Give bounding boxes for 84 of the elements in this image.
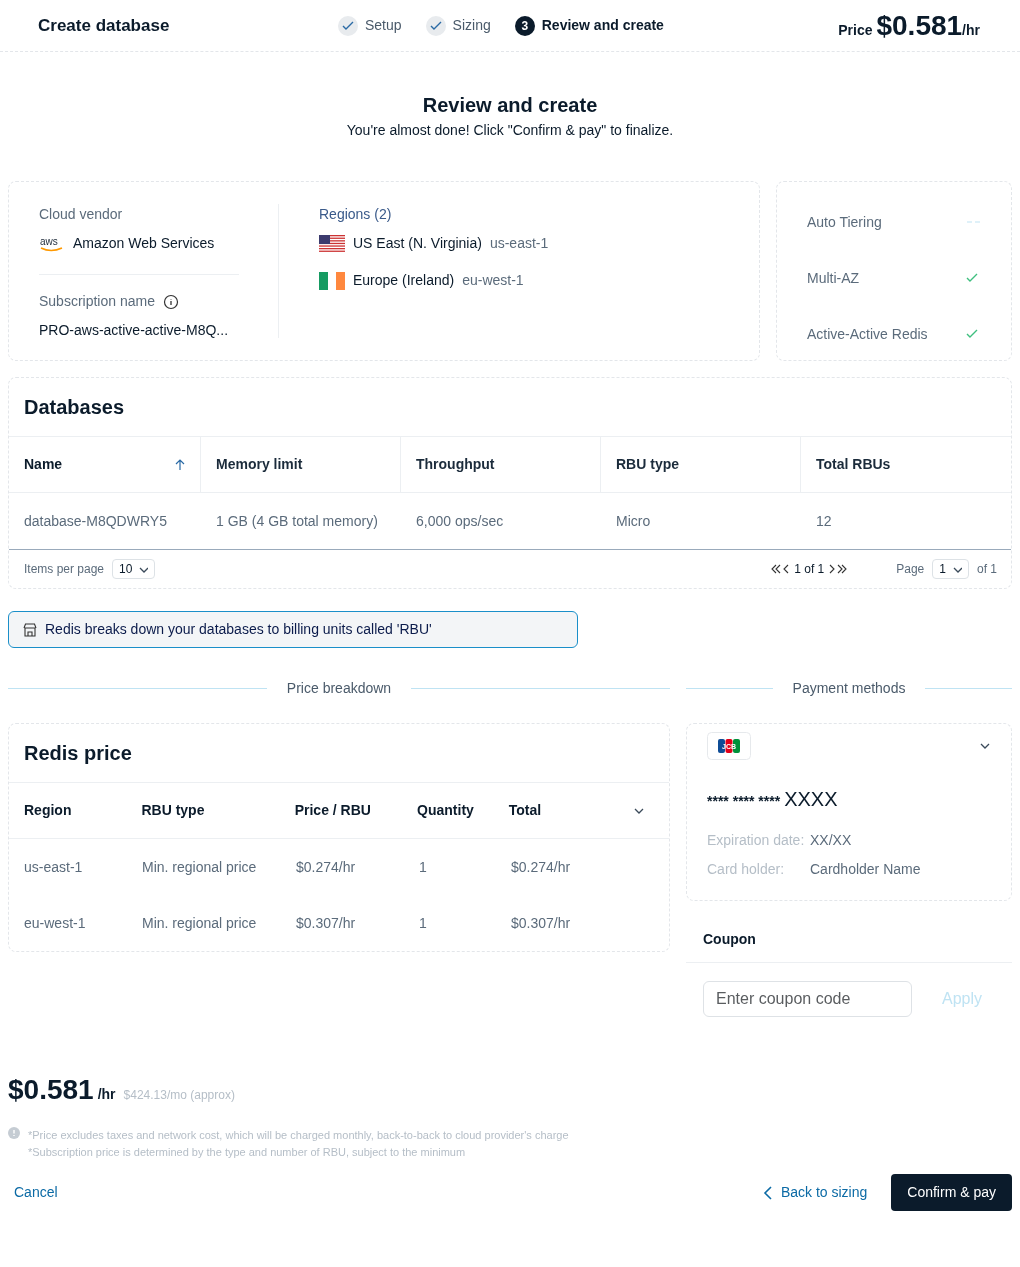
price-label: Price <box>838 20 873 40</box>
disclaimer-text: *Subscription price is determined by the type and number of RBU, subject to the minimum <box>28 1144 467 1160</box>
pagination-label: Items per page <box>24 561 105 578</box>
table-cell: Micro <box>616 512 651 529</box>
section-heading: Price breakdown <box>286 679 392 698</box>
table-cell: database-M8QDWRY5 <box>24 512 167 529</box>
table-cell: 1 <box>419 858 427 875</box>
table-cell: 12 <box>816 512 832 529</box>
step-tab[interactable]: Sizing <box>425 15 491 36</box>
page-size-select[interactable]: 10 <box>112 559 156 579</box>
expiration-label: Expiration date: <box>707 831 806 850</box>
page-total: of 1 <box>977 561 997 578</box>
column-header[interactable]: RBU type <box>616 454 679 475</box>
column-header: Region <box>24 802 72 818</box>
table-cell: 6,000 ops/sec <box>416 512 504 529</box>
field-label: Regions (2) <box>319 205 393 224</box>
info-icon <box>162 293 179 310</box>
table-cell: 1 <box>419 914 427 931</box>
feature-label: Multi-AZ <box>807 268 860 288</box>
region-name: Europe (Ireland) <box>353 271 455 290</box>
column-header: Price / RBU <box>294 802 371 818</box>
last-page-icon <box>836 563 849 575</box>
column-header[interactable]: Name <box>24 454 63 475</box>
step-tab[interactable]: Setup <box>338 15 402 36</box>
column-header: Total <box>508 802 542 818</box>
table-cell: eu-west-1 <box>24 914 86 931</box>
first-page-icon <box>770 563 783 575</box>
alert-icon <box>8 1127 20 1139</box>
coupon-label: Coupon <box>703 931 756 947</box>
chevron-left-icon <box>762 1184 773 1201</box>
total-amount: $0.581 <box>8 1073 94 1107</box>
column-header[interactable]: Memory limit <box>216 454 303 475</box>
expiration-value: XX/XX <box>810 831 852 850</box>
feature-label: Active-Active Redis <box>807 324 928 344</box>
region-code: us-east-1 <box>489 234 549 253</box>
flag-icon <box>319 234 345 253</box>
next-page-icon <box>828 563 837 575</box>
field-label: Cloud vendor <box>39 205 124 224</box>
back-link[interactable]: Back to sizing <box>762 1182 868 1203</box>
coupon-field[interactable]: Enter coupon code <box>703 981 912 1017</box>
table-cell: $0.274/hr <box>296 858 356 875</box>
vendor-logo: aws <box>39 234 65 253</box>
store-icon <box>23 622 37 637</box>
cardholder-label: Card holder: <box>707 860 786 879</box>
price-amount: $0.581 <box>876 8 963 43</box>
table-cell: Min. regional price <box>142 914 257 931</box>
info-text: Redis breaks down your databases to billing units called 'RBU' <box>45 620 432 639</box>
table-cell: $0.307/hr <box>511 914 571 931</box>
section-heading: Payment methods <box>792 679 906 698</box>
table-cell: us-east-1 <box>24 858 83 875</box>
field-label: Subscription name <box>39 292 155 311</box>
section-title: Databases <box>23 395 126 420</box>
step-tab[interactable]: 3 Review and create <box>514 15 664 36</box>
section-title: Redis price <box>23 741 133 766</box>
card-last-digits: XXXX <box>784 787 838 812</box>
column-header[interactable]: Total RBUs <box>816 454 891 475</box>
monthly-estimate: $424.13/mo (approx) <box>123 1087 235 1104</box>
feature-label: Auto Tiering <box>807 212 882 232</box>
column-header[interactable]: Throughput <box>416 454 495 475</box>
page-range: 1 of 1 <box>794 561 825 578</box>
prev-page-icon <box>782 563 791 575</box>
region-name: US East (N. Virginia) <box>353 234 482 253</box>
disclaimer-text: *Price excludes taxes and network cost, which will be charged monthly, back-to-back to cloud provider's charge <box>28 1128 569 1143</box>
page-subtitle: You're almost done! Click "Confirm & pay" to finalize. <box>345 121 675 140</box>
table-cell: $0.274/hr <box>511 858 571 875</box>
subscription-name: PRO-aws-active-active-M8Q... <box>39 321 230 340</box>
vendor-name: Amazon Web Services <box>73 234 215 253</box>
table-cell: 1 GB (4 GB total memory) <box>216 512 378 529</box>
cancel-link[interactable]: Cancel <box>14 1182 58 1203</box>
column-header: Quantity <box>417 802 474 818</box>
table-cell: Min. regional price <box>142 858 257 875</box>
card-number-mask: **** **** **** <box>707 792 781 811</box>
total-unit: /hr <box>97 1085 116 1104</box>
page-title: Create database <box>38 14 171 37</box>
table-cell: $0.307/hr <box>296 914 356 931</box>
pagination-label: Page <box>896 561 925 578</box>
page-heading: Review and create <box>421 93 599 118</box>
flag-icon <box>319 271 345 290</box>
region-code: eu-west-1 <box>462 271 524 290</box>
confirm-button[interactable]: Confirm & pay <box>891 1174 1012 1211</box>
column-header: RBU type <box>141 802 205 818</box>
cardholder-value: Cardholder Name <box>810 860 921 879</box>
price-unit: /hr <box>962 21 980 40</box>
page-select[interactable]: 1 <box>932 559 969 579</box>
